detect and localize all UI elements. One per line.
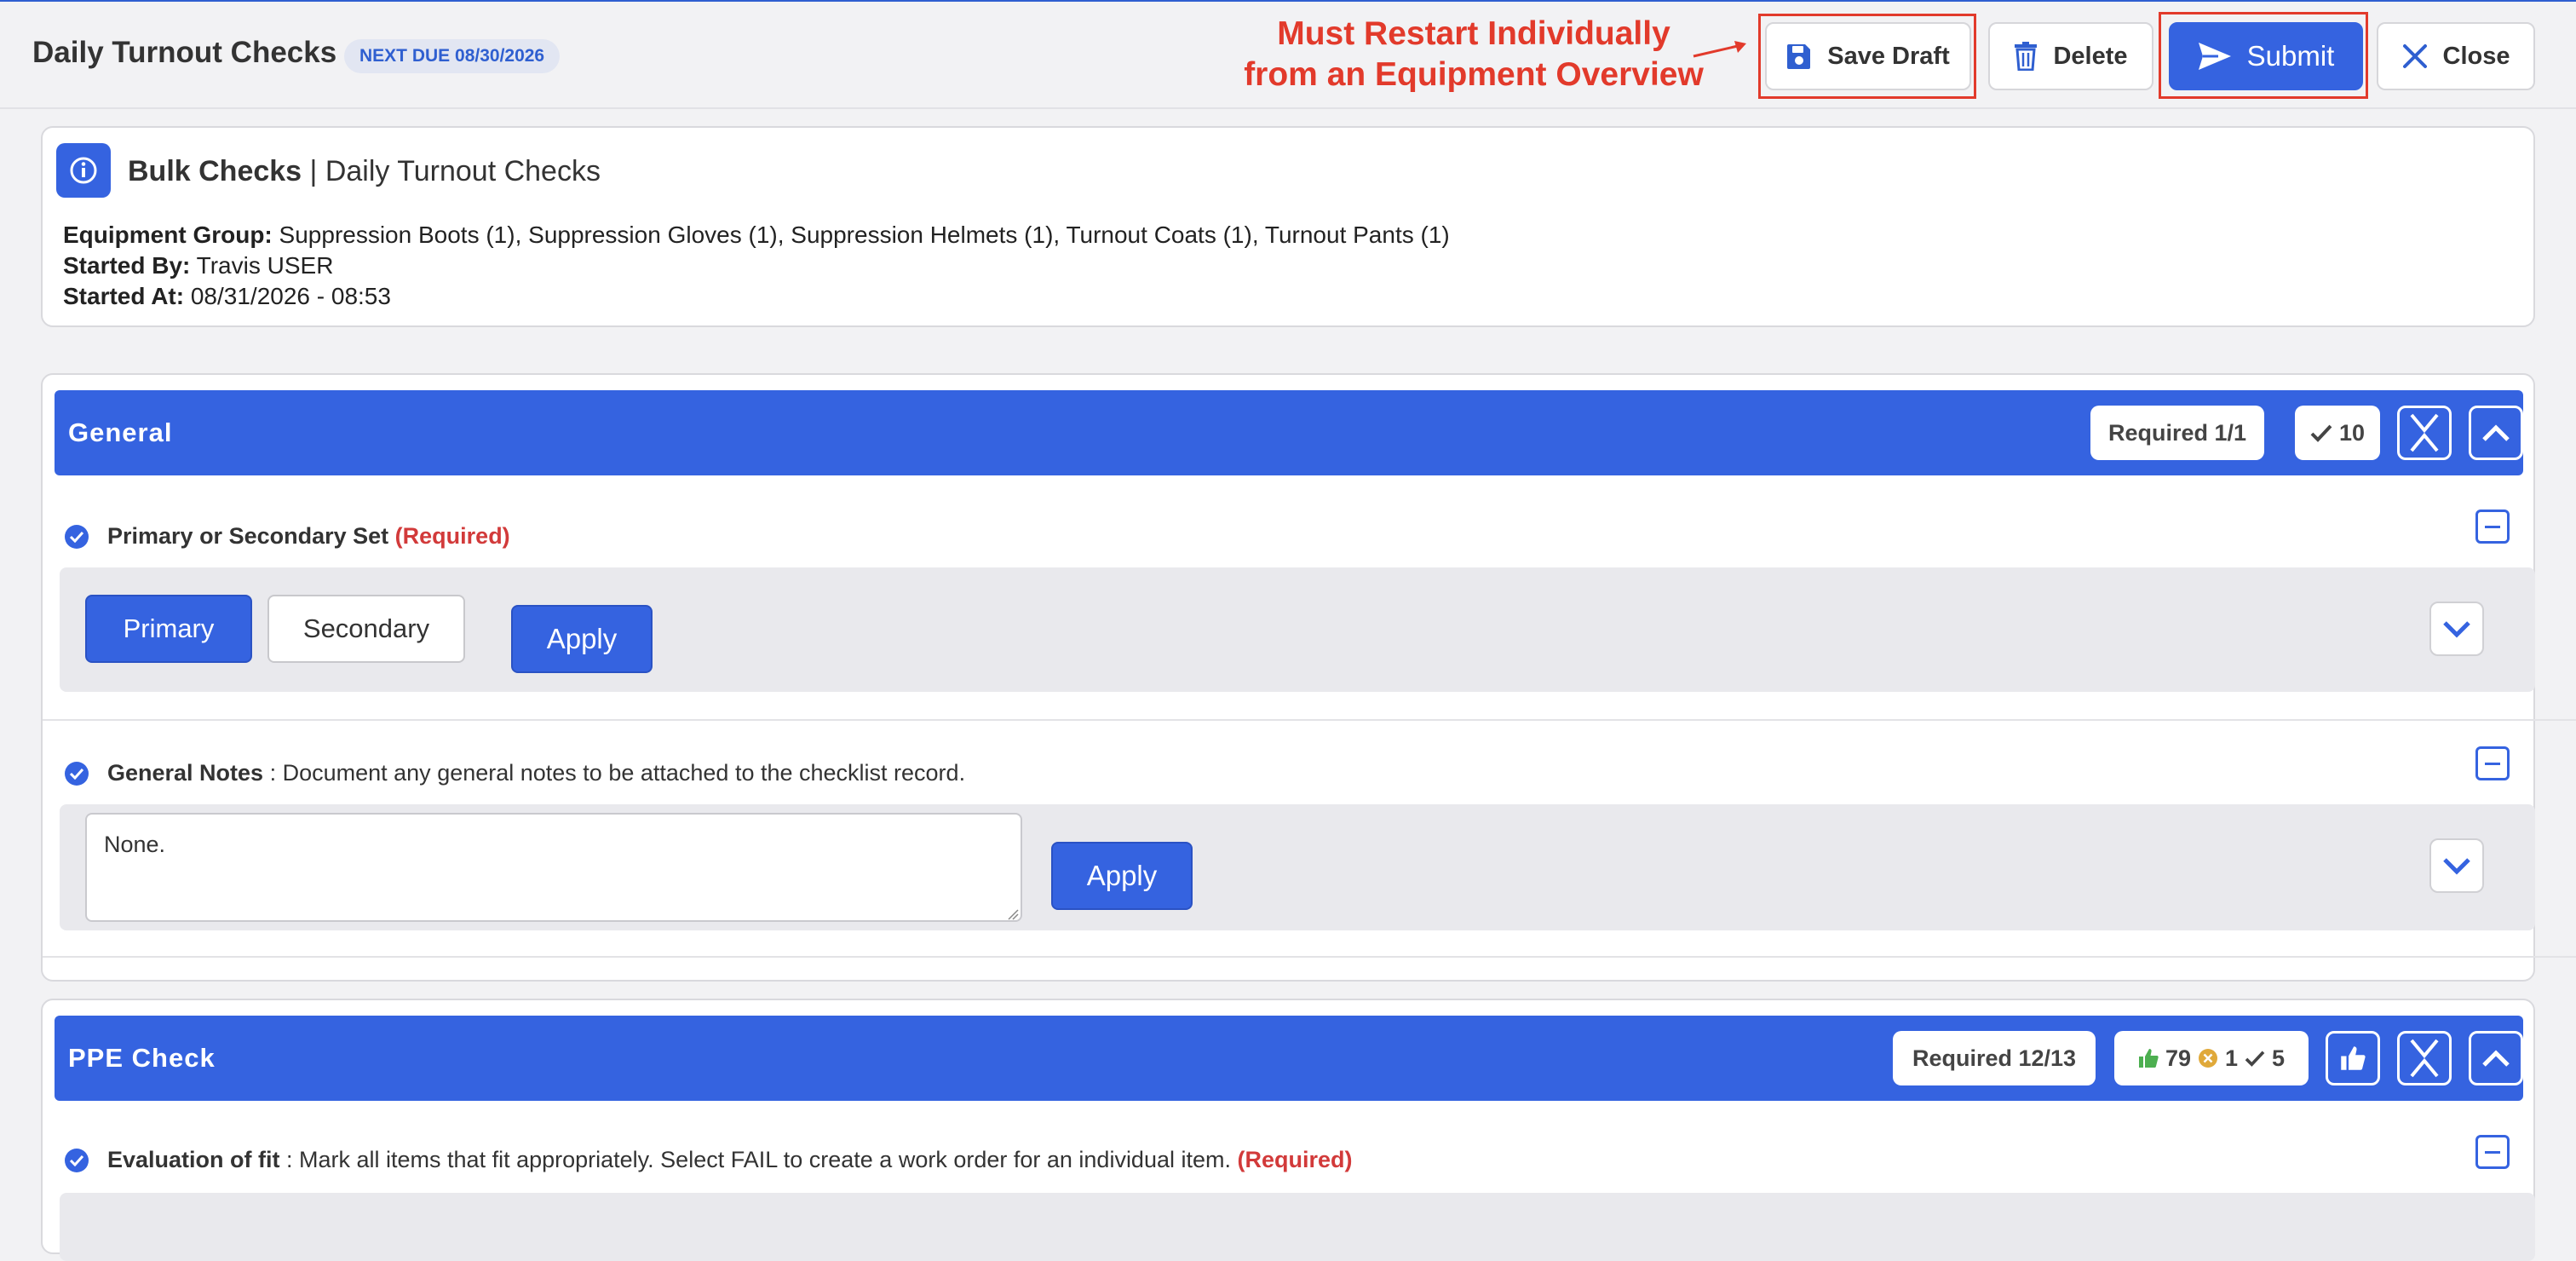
floppy-disk-icon [1787,44,1811,69]
close-icon [2402,44,2427,68]
answer-area-primary-secondary: Primary Secondary Apply [60,567,2535,692]
check-count: 10 [2338,419,2365,446]
thumbs-up-icon [2138,1049,2159,1068]
question-label: General Notes [107,760,264,786]
thumbs-up-icon [2341,1046,2366,1070]
bulk-checks-info-card: Bulk Checks | Daily Turnout Checks Equip… [41,126,2535,327]
collapse-all-button[interactable] [2397,1031,2452,1085]
section-collapse-button[interactable] [2469,1031,2523,1085]
question-primary-secondary: Primary or Secondary Set (Required) [65,523,510,550]
equipment-group-label: Equipment Group: [63,222,273,248]
chevron-down-icon [2443,858,2470,875]
general-notes-textarea[interactable]: None. [85,813,1022,922]
delete-button[interactable]: Delete [1988,22,2153,90]
question-general-notes: General Notes : Document any general not… [65,760,965,786]
mark-all-pass-button[interactable] [2326,1031,2380,1085]
started-at-value: 08/31/2026 - 08:53 [190,283,391,309]
annotation-line-1: Must Restart Individually [1277,15,1670,52]
send-icon [2198,43,2231,70]
question-description: : Document any general notes to be attac… [269,760,966,786]
ppe-section-header: PPE Check Required 12/13 79 1 5 [55,1016,2523,1101]
check-count: 5 [2272,1045,2286,1071]
section-collapse-button[interactable] [2469,406,2523,460]
chevron-up-icon [2482,1050,2510,1067]
question-label: Evaluation of fit [107,1147,280,1172]
info-icon [56,143,111,198]
next-due-badge: NEXT DUE 08/30/2026 [344,39,561,73]
annotation-line-2: from an Equipment Overview [1244,56,1704,93]
bulk-checks-title: Bulk Checks | Daily Turnout Checks [128,155,601,188]
question-divider [43,719,2576,721]
started-at-line: Started At: 08/31/2026 - 08:53 [63,283,391,310]
answer-area-evaluation-of-fit [60,1193,2535,1261]
collapse-all-button[interactable] [2397,406,2452,460]
page-title: Daily Turnout Checks [32,36,337,69]
question-collapse-button[interactable] [2475,1135,2510,1169]
answered-check-icon [65,1148,89,1172]
started-by-line: Started By: Travis USER [63,252,333,279]
result-counts-pill: 79 1 5 [2114,1031,2309,1085]
answered-check-icon [65,524,89,549]
answer-area-general-notes: None. Apply [60,804,2535,930]
option-secondary-button[interactable]: Secondary [267,595,465,663]
general-section-title: General [68,417,173,447]
delete-label: Delete [2053,42,2128,70]
expand-answer-button[interactable] [2429,602,2484,656]
general-section-header: General Required 1/1 10 [55,390,2523,475]
equipment-group-line: Equipment Group: Suppression Boots (1), … [63,222,1450,249]
close-label: Close [2442,42,2510,70]
bulk-checks-title-rest: | Daily Turnout Checks [309,155,601,187]
resize-handle-icon [1008,909,1019,920]
started-at-label: Started At: [63,283,185,309]
option-primary-button[interactable]: Primary [85,595,252,663]
trash-icon [2015,42,2038,71]
required-count-pill: Required 12/13 [1893,1031,2096,1085]
question-collapse-button[interactable] [2475,746,2510,780]
question-evaluation-of-fit: Evaluation of fit : Mark all items that … [65,1147,1353,1173]
compress-arrows-icon [2410,413,2439,452]
chevron-down-icon [2443,621,2470,638]
fail-count: 1 [2224,1045,2239,1071]
question-collapse-button[interactable] [2475,510,2510,544]
general-section-card: General Required 1/1 10 Primary or Secon… [41,373,2576,982]
ppe-check-section-card: PPE Check Required 12/13 79 1 5 Evaluati… [41,999,2535,1261]
equipment-group-value: Suppression Boots (1), Suppression Glove… [279,222,1450,248]
required-count-pill: Required 1/1 [2090,406,2264,460]
apply-button[interactable]: Apply [511,605,653,673]
apply-button[interactable]: Apply [1051,842,1193,910]
bulk-checks-title-bold: Bulk Checks [128,155,302,187]
check-icon [2245,1051,2265,1067]
save-draft-label: Save Draft [1827,42,1950,70]
expand-answer-button[interactable] [2429,838,2484,893]
answered-check-icon [65,761,89,786]
required-marker: (Required) [394,523,510,549]
ppe-section-title: PPE Check [68,1043,216,1073]
started-by-value: Travis USER [196,252,334,279]
close-button[interactable]: Close [2377,22,2535,90]
save-draft-button[interactable]: Save Draft [1765,22,1971,90]
question-label: Primary or Secondary Set [107,523,389,549]
required-marker: (Required) [1237,1147,1353,1172]
annotation-arrow-icon [1693,41,1746,58]
pass-count: 79 [2165,1045,2191,1071]
compress-arrows-icon [2410,1039,2439,1078]
fail-x-circle-icon [2198,1049,2217,1068]
check-icon [2310,424,2332,442]
check-count-pill: 10 [2295,406,2380,460]
chevron-up-icon [2482,424,2510,441]
started-by-label: Started By: [63,252,191,279]
top-bar: Daily Turnout Checks NEXT DUE 08/30/2026… [0,2,2576,109]
submit-label: Submit [2246,40,2335,72]
question-divider [43,956,2576,958]
question-description: : Mark all items that fit appropriately.… [286,1147,1231,1172]
annotation-note: Must Restart Individually from an Equipm… [1201,14,1746,95]
submit-button[interactable]: Submit [2169,22,2363,90]
